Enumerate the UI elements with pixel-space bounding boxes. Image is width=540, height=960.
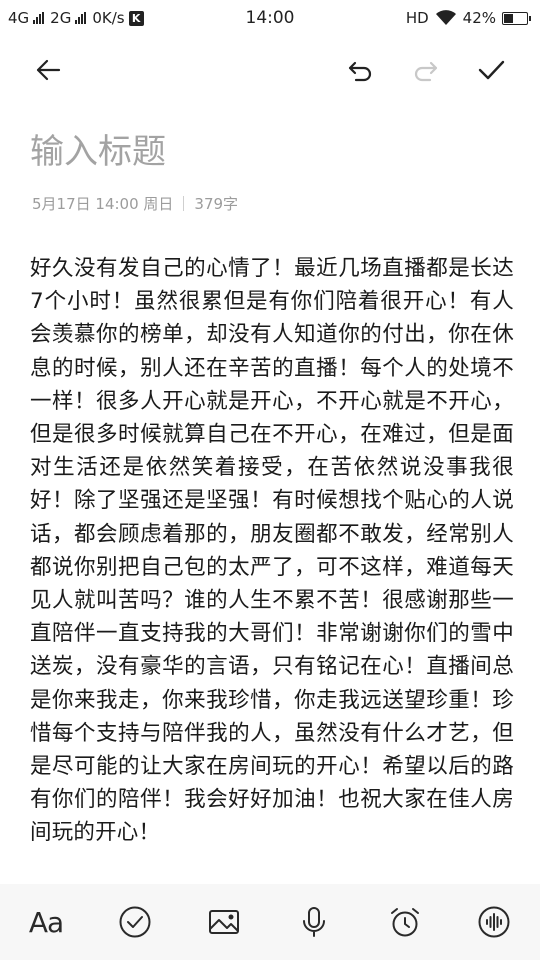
note-body-text[interactable]: 好久没有发自己的心情了！最近几场直播都是长达7个小时！虽然很累但是有你们陪着很开… [30,252,514,850]
done-button[interactable] [465,44,517,96]
editor-toolbar [0,44,540,96]
checklist-icon [119,906,151,938]
audio-note-button[interactable] [469,897,519,947]
redo-button[interactable] [400,44,452,96]
bottom-toolbar: Aa [0,884,540,960]
audio-wave-icon [478,906,510,938]
undo-button[interactable] [334,44,386,96]
redo-icon [414,61,438,82]
reminder-button[interactable] [380,897,430,947]
back-button[interactable] [22,44,74,96]
note-meta: 5月17日 14:00 周日 379字 [32,193,238,214]
font-style-icon: Aa [28,905,64,939]
voice-input-button[interactable] [289,897,339,947]
checklist-button[interactable] [110,897,160,947]
battery-icon [502,11,531,25]
status-bar: 4G 2G 0K/s K 14:00 HD 42% [0,0,540,36]
title-input[interactable] [30,126,510,178]
insert-image-button[interactable] [199,897,249,947]
image-icon [209,910,239,934]
check-icon [478,60,505,80]
battery-percent: 42% [462,9,496,27]
microphone-icon [303,907,325,937]
font-style-button[interactable]: Aa [21,897,71,947]
arrow-left-icon [36,59,61,81]
meta-divider [183,196,185,211]
word-count: 379字 [194,195,239,213]
wifi-icon [435,10,456,25]
note-date: 5月17日 14:00 周日 [32,195,174,213]
hd-label: HD [405,9,429,27]
status-right: HD 42% [405,9,531,27]
undo-icon [348,61,372,82]
alarm-clock-icon [391,908,419,937]
